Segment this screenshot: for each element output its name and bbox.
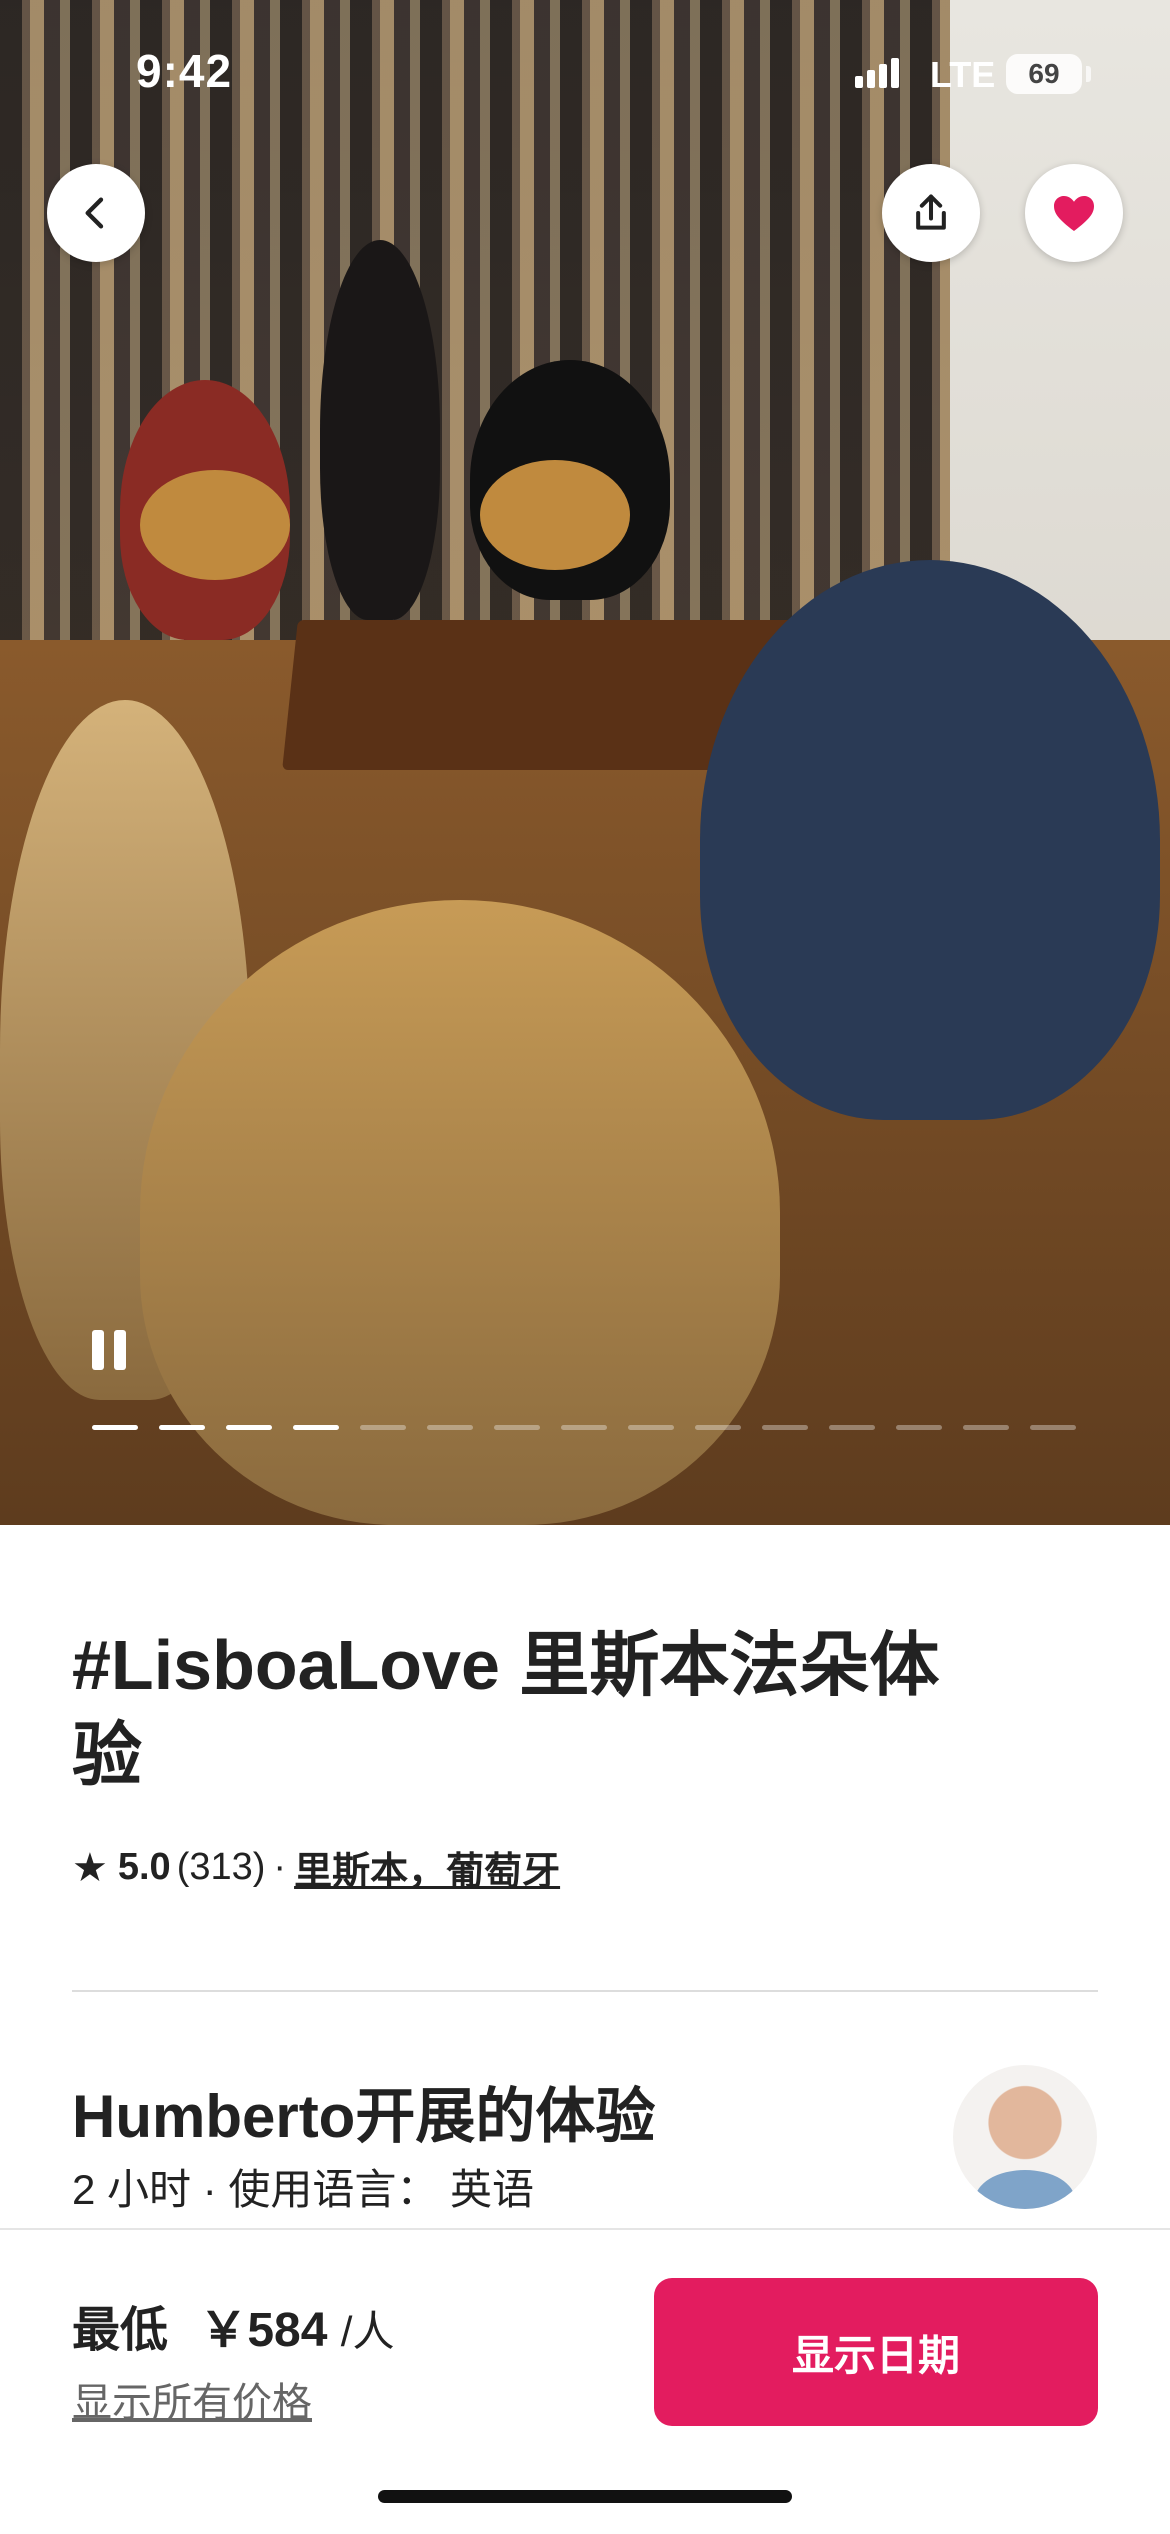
back-button[interactable] [47, 164, 145, 262]
progress-dash [695, 1425, 741, 1430]
share-button[interactable] [882, 164, 980, 262]
experience-details: 2 小时 · 使用语言： 英语 [72, 2166, 535, 2213]
progress-dash [829, 1425, 875, 1430]
heart-icon [1054, 196, 1094, 231]
progress-dash [360, 1425, 406, 1430]
chevron-left-icon [85, 197, 104, 229]
progress-dash [1030, 1425, 1076, 1430]
audience-figure [700, 560, 1160, 1120]
network-label: LTE [930, 54, 996, 95]
rating-row: ★ 5.0 (313) · 里斯本，葡萄牙 [72, 1840, 560, 1895]
show-dates-button[interactable]: 显示日期 [654, 2278, 1098, 2426]
review-count: (313) [176, 1846, 266, 1888]
progress-dash [226, 1425, 272, 1430]
listing-title: #LisboaLove 里斯本法朵体验 [72, 1626, 940, 1794]
price-prefix: 最低 [72, 2304, 169, 2357]
host-avatar[interactable] [953, 2065, 1097, 2209]
pause-icon[interactable] [92, 1330, 126, 1370]
separator: · [273, 1846, 287, 1888]
guitar-shape [480, 460, 630, 570]
star-icon: ★ [72, 1845, 108, 1890]
battery-cap [1086, 66, 1091, 82]
progress-dash [92, 1425, 138, 1430]
divider [72, 1990, 1098, 1992]
slideshow-progress [92, 1425, 1076, 1430]
host-title: Humberto开展的体验 [72, 2083, 656, 2150]
progress-dash [561, 1425, 607, 1430]
singer-figure [320, 240, 440, 620]
progress-dash [628, 1425, 674, 1430]
rating-score: 5.0 [117, 1846, 171, 1888]
progress-dash [159, 1425, 205, 1430]
status-time: 9:42 [136, 45, 233, 97]
price-value: ￥584 [199, 2304, 328, 2357]
progress-dash [762, 1425, 808, 1430]
progress-dash [427, 1425, 473, 1430]
progress-dash [896, 1425, 942, 1430]
all-prices-link[interactable]: 显示所有价格 [72, 2370, 312, 2428]
price-unit: /人 [340, 2308, 395, 2355]
share-icon [916, 194, 946, 230]
favorite-button[interactable] [1025, 164, 1123, 262]
guitar-shape [140, 470, 290, 580]
battery-icon: 69 [1006, 54, 1082, 94]
hero-photo[interactable] [0, 0, 1170, 1525]
price-label: 最低 ￥584 /人 [72, 2290, 394, 2360]
status-bar: 9:42 LTE 69 [0, 0, 1170, 150]
signal-icon [855, 58, 899, 88]
progress-dash [963, 1425, 1009, 1430]
home-indicator [378, 2490, 792, 2503]
progress-dash [293, 1425, 339, 1430]
audience-figure [140, 900, 780, 1525]
location-link[interactable]: 里斯本，葡萄牙 [294, 1840, 560, 1895]
progress-dash [494, 1425, 540, 1430]
